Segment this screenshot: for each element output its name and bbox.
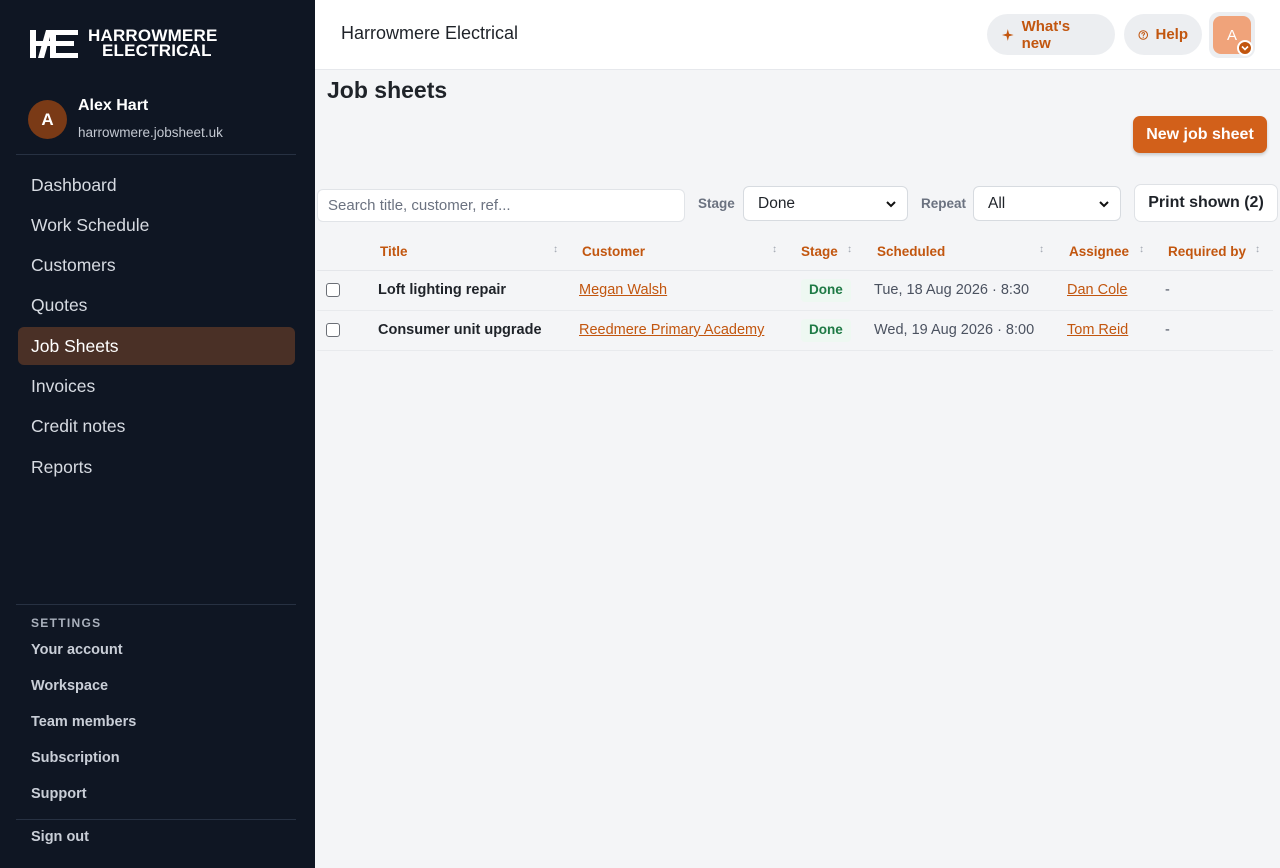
logo-wordmark: HARROWMERE ELECTRICAL — [88, 27, 218, 60]
status-badge: Done — [801, 319, 851, 342]
sidebar-item-job-sheets[interactable]: Job Sheets — [18, 327, 295, 366]
sidebar-item-invoices[interactable]: Invoices — [18, 367, 295, 405]
assignee-link[interactable]: Dan Cole — [1067, 282, 1127, 298]
sign-out-link[interactable]: Sign out — [31, 829, 89, 845]
sort-icon[interactable]: ↕ — [1255, 244, 1260, 255]
sidebar-item-dashboard[interactable]: Dashboard — [18, 166, 295, 204]
required-by-value: - — [1165, 322, 1170, 338]
top-bar: Harrowmere Electrical What's new Help A — [315, 0, 1280, 70]
sidebar-item-customers[interactable]: Customers — [18, 247, 295, 285]
assignee-link[interactable]: Tom Reid — [1067, 322, 1128, 338]
help-label: Help — [1155, 26, 1188, 43]
scheduled-date: Tue, 18 Aug 2026 · 8:30 — [874, 282, 1030, 298]
settings-item-your-account[interactable]: Your account — [31, 642, 136, 678]
column-header-required-by[interactable]: Required by — [1168, 244, 1246, 259]
job-title[interactable]: Loft lighting repair — [378, 282, 506, 298]
divider — [16, 154, 296, 155]
status-badge: Done — [801, 279, 851, 302]
sidebar-item-work-schedule[interactable]: Work Schedule — [18, 206, 295, 244]
chevron-down-icon — [1237, 40, 1253, 56]
customer-link[interactable]: Megan Walsh — [579, 282, 667, 298]
settings-item-support[interactable]: Support — [31, 786, 136, 822]
avatar: A — [28, 100, 67, 139]
settings-item-workspace[interactable]: Workspace — [31, 678, 136, 714]
column-header-scheduled[interactable]: Scheduled — [877, 244, 945, 259]
sort-icon[interactable]: ↕ — [553, 244, 558, 255]
account-menu-button[interactable]: A — [1209, 12, 1255, 58]
sidebar-item-credit-notes[interactable]: Credit notes — [18, 408, 295, 446]
column-header-assignee[interactable]: Assignee — [1069, 244, 1129, 259]
stage-select-value: Done — [758, 194, 796, 212]
sparkle-icon — [1001, 28, 1014, 41]
user-profile[interactable]: A Alex Hart harrowmere.jobsheet.uk — [28, 97, 298, 145]
column-header-customer[interactable]: Customer — [582, 244, 645, 259]
sort-icon[interactable]: ↕ — [1039, 244, 1044, 255]
company-logo[interactable]: HARROWMERE ELECTRICAL — [30, 26, 230, 62]
job-title[interactable]: Consumer unit upgrade — [378, 322, 542, 338]
sort-icon[interactable]: ↕ — [1139, 244, 1144, 255]
search-input[interactable] — [317, 189, 685, 222]
sidebar-item-reports[interactable]: Reports — [18, 448, 295, 486]
whats-new-label: What's new — [1021, 17, 1071, 52]
settings-item-team-members[interactable]: Team members — [31, 714, 136, 750]
sort-icon[interactable]: ↕ — [847, 244, 852, 255]
new-job-sheet-button[interactable]: New job sheet — [1133, 116, 1267, 153]
chevron-down-icon — [886, 201, 896, 208]
customer-link[interactable]: Reedmere Primary Academy — [579, 322, 764, 338]
print-shown-button[interactable]: Print shown (2) — [1134, 184, 1278, 222]
column-header-stage[interactable]: Stage — [801, 244, 838, 259]
required-by-value: - — [1165, 282, 1170, 298]
stage-filter-label: Stage — [698, 196, 735, 211]
table-row[interactable]: Loft lighting repair Megan Walsh Done Tu… — [317, 271, 1273, 311]
sidebar: HARROWMERE ELECTRICAL A Alex Hart harrow… — [0, 0, 315, 868]
main-nav: Dashboard Work Schedule Customers Quotes… — [18, 166, 295, 488]
logo-line-2: ELECTRICAL — [102, 41, 212, 60]
help-button[interactable]: Help — [1124, 14, 1202, 55]
row-checkbox[interactable] — [326, 283, 340, 297]
user-site: harrowmere.jobsheet.uk — [78, 125, 223, 140]
sort-icon[interactable]: ↕ — [772, 244, 777, 255]
settings-item-subscription[interactable]: Subscription — [31, 750, 136, 786]
help-circle-icon — [1138, 29, 1149, 40]
stage-select[interactable]: Done — [743, 186, 908, 221]
whats-new-button[interactable]: What's new — [987, 14, 1115, 55]
scheduled-date: Wed, 19 Aug 2026 · 8:00 — [874, 322, 1035, 338]
logo-mark-icon — [30, 30, 78, 58]
repeat-filter-label: Repeat — [921, 196, 967, 211]
table-row[interactable]: Consumer unit upgrade Reedmere Primary A… — [317, 311, 1273, 351]
company-name: Harrowmere Electrical — [341, 23, 519, 43]
divider — [16, 819, 296, 820]
chevron-down-icon — [1099, 201, 1109, 208]
settings-nav: Your account Workspace Team members Subs… — [31, 642, 136, 822]
row-checkbox[interactable] — [326, 323, 340, 337]
page-title: Job sheets — [327, 77, 448, 103]
divider — [16, 604, 296, 605]
column-header-title[interactable]: Title — [380, 244, 408, 259]
user-name: Alex Hart — [78, 97, 149, 114]
settings-heading: SETTINGS — [31, 616, 102, 630]
sidebar-item-quotes[interactable]: Quotes — [18, 287, 295, 325]
repeat-select[interactable]: All — [973, 186, 1121, 221]
job-sheets-table: Title ↕ Customer ↕ Stage ↕ Scheduled ↕ A… — [317, 232, 1273, 351]
table-header: Title ↕ Customer ↕ Stage ↕ Scheduled ↕ A… — [317, 232, 1273, 271]
repeat-select-value: All — [988, 194, 1006, 212]
